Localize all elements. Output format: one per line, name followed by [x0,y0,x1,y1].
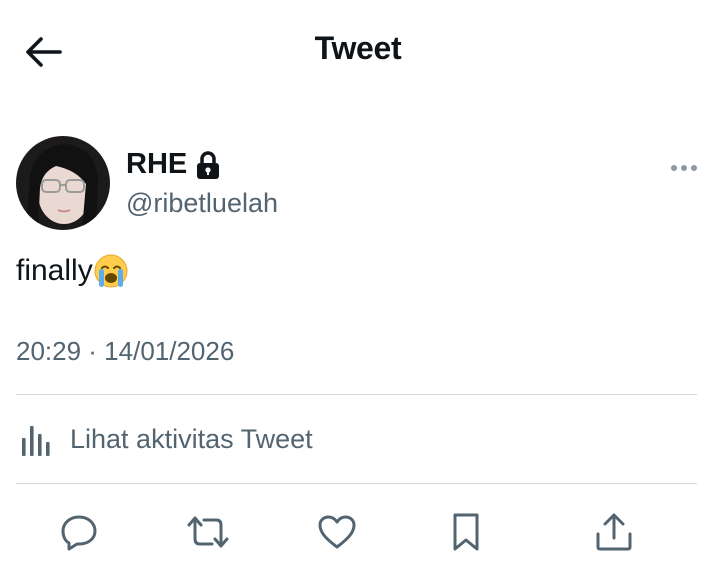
more-dots-icon [670,164,698,172]
view-tweet-activity-link[interactable]: Lihat aktivitas Tweet [16,420,313,458]
author-display-name: RHE [126,148,188,180]
avatar[interactable] [16,136,110,230]
tweet-text: finally [16,253,129,289]
reply-icon [59,513,99,551]
reply-button[interactable] [53,508,105,556]
bookmark-icon [449,512,483,552]
author-handle[interactable]: @ribetluelah [126,188,278,219]
share-icon [594,512,634,552]
page-title: Tweet [314,30,402,66]
share-button[interactable] [588,508,640,556]
more-options-button[interactable] [664,154,704,182]
bookmark-button[interactable] [440,508,492,556]
tweet-timestamp[interactable]: 20:29 · 14/01/2026 [16,336,234,367]
lock-icon [195,150,221,180]
retweet-button[interactable] [182,508,234,556]
like-icon [317,514,357,550]
divider [16,394,697,395]
analytics-bars-icon [16,420,56,458]
tweet-text-content: finally [16,254,93,287]
retweet-icon [185,513,231,551]
loudly-crying-face-emoji [93,253,129,289]
like-button[interactable] [311,508,363,556]
activity-label: Lihat aktivitas Tweet [70,423,313,454]
author-name-row[interactable]: RHE [126,148,221,181]
divider [16,483,697,484]
